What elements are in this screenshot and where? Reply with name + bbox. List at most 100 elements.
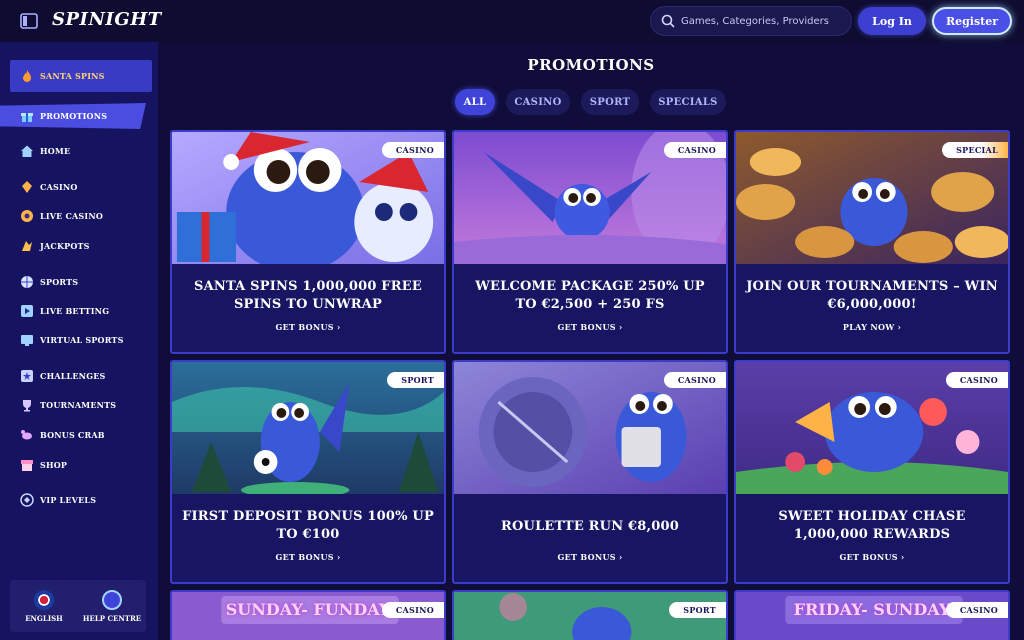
sidebar-item-live-betting[interactable]: LIVE BETTING (0, 299, 158, 323)
sidebar-item-jackpots[interactable]: JACKPOTS (0, 234, 158, 258)
sidebar-item-label: SANTA SPINS (40, 71, 105, 81)
shop-icon (20, 458, 34, 472)
get-bonus-link[interactable]: GET BONUS › (736, 552, 1008, 562)
sidebar-toggle-icon[interactable] (20, 12, 38, 30)
promo-card-santa-spins[interactable]: CASINO SANTA SPINS 1,000,000 FREE SPINS … (170, 130, 446, 354)
sidebar-item-vip-levels[interactable]: VIP LEVELS (0, 488, 158, 512)
register-button[interactable]: Register (932, 7, 1012, 35)
sidebar-item-label: CASINO (40, 182, 78, 192)
promo-card-welcome-package[interactable]: CASINO WELCOME PACKAGE 250% UP TO €2,500… (452, 130, 728, 354)
sidebar-item-label: VIP LEVELS (40, 495, 97, 505)
category-tag: CASINO (663, 372, 726, 388)
help-centre-link[interactable]: HELP CENTRE (78, 580, 146, 632)
uk-flag-icon (34, 589, 54, 610)
promo-title: ROULETTE RUN €8,000 (501, 519, 679, 534)
chevron-right-icon: › (618, 552, 623, 562)
sidebar-item-live-casino[interactable]: LIVE CASINO (0, 204, 158, 228)
get-bonus-link[interactable]: GET BONUS › (172, 552, 444, 562)
top-header: SPINIGHT Log In Register (0, 0, 1024, 42)
sidebar-item-shop[interactable]: SHOP (0, 453, 158, 477)
category-tag: CASINO (381, 602, 444, 618)
category-tag: CASINO (945, 372, 1008, 388)
sidebar-item-home[interactable]: HOME (0, 139, 158, 163)
cta-label: GET BONUS (557, 322, 616, 332)
promo-title: FIRST DEPOSIT BONUS 100% UP TO €100 (182, 509, 434, 542)
promo-card-sunday-funday[interactable]: SUNDAY- FUNDAY CASINO (170, 590, 446, 640)
play-now-link[interactable]: PLAY NOW › (736, 322, 1008, 332)
promo-title: SANTA SPINS 1,000,000 FREE SPINS TO UNWR… (194, 279, 422, 312)
live-casino-icon (20, 209, 34, 223)
promotion-filters: ALL CASINO SPORT SPECIALS (0, 89, 1024, 115)
language-selector[interactable]: ENGLISH (10, 580, 78, 632)
category-tag: SPECIAL (942, 142, 1008, 158)
jackpot-icon (20, 239, 34, 253)
get-bonus-link[interactable]: GET BONUS › (172, 322, 444, 332)
chevron-right-icon: › (336, 552, 341, 562)
promo-card-sweet-holiday-chase[interactable]: CASINO SWEET HOLIDAY CHASE 1,000,000 REW… (734, 360, 1010, 584)
promo-card-friday-sunday[interactable]: FRIDAY- SUNDAY CASINO (734, 590, 1010, 640)
play-icon (20, 304, 34, 318)
promo-card-tournaments[interactable]: SPECIAL JOIN OUR TOURNAMENTS – WIN €6,00… (734, 130, 1010, 354)
help-icon (102, 589, 122, 610)
virtual-sports-icon (20, 333, 34, 347)
cta-label: GET BONUS (275, 552, 334, 562)
chevron-right-icon: › (897, 322, 902, 332)
get-bonus-link[interactable]: GET BONUS › (454, 552, 726, 562)
sidebar-item-label: SHOP (40, 460, 68, 470)
sidebar-item-casino[interactable]: CASINO (0, 175, 158, 199)
search-box[interactable] (650, 6, 852, 36)
casino-icon (20, 180, 34, 194)
search-icon (661, 14, 675, 28)
trophy-icon (20, 398, 34, 412)
cta-label: GET BONUS (275, 322, 334, 332)
get-bonus-link[interactable]: GET BONUS › (454, 322, 726, 332)
sidebar-item-bonus-crab[interactable]: BONUS CRAB (0, 423, 158, 447)
sidebar-item-label: LIVE BETTING (40, 306, 110, 316)
sidebar-item-label: HOME (40, 146, 71, 156)
sidebar-item-label: JACKPOTS (40, 241, 90, 251)
promo-card-sport-offer[interactable]: SPORT (452, 590, 728, 640)
filter-specials[interactable]: SPECIALS (650, 89, 726, 115)
filter-all[interactable]: ALL (455, 89, 495, 115)
promo-title: SWEET HOLIDAY CHASE 1,000,000 REWARDS (778, 509, 966, 542)
sidebar-item-challenges[interactable]: CHALLENGES (0, 364, 158, 388)
crab-icon (20, 428, 34, 442)
chevron-right-icon: › (900, 552, 905, 562)
language-label: ENGLISH (25, 613, 63, 623)
sidebar-item-tournaments[interactable]: TOURNAMENTS (0, 393, 158, 417)
sidebar-item-label: BONUS CRAB (40, 430, 105, 440)
filter-casino[interactable]: CASINO (506, 89, 570, 115)
search-input[interactable] (681, 15, 841, 27)
sidebar-item-label: TOURNAMENTS (40, 400, 117, 410)
sidebar-footer: ENGLISH HELP CENTRE (10, 580, 146, 632)
chevron-right-icon: › (336, 322, 341, 332)
cta-label: GET BONUS (557, 552, 616, 562)
cta-label: PLAY NOW (842, 322, 895, 332)
sidebar-item-label: LIVE CASINO (40, 211, 104, 221)
sidebar: SANTA SPINS PROMOTIONS HOME CASINO LIVE … (0, 42, 158, 640)
category-tag: CASINO (663, 142, 726, 158)
basketball-icon (20, 275, 34, 289)
filter-sport[interactable]: SPORT (581, 89, 639, 115)
help-label: HELP CENTRE (82, 613, 142, 623)
sidebar-item-label: SPORTS (40, 277, 79, 287)
home-icon (20, 144, 34, 158)
promo-card-first-deposit[interactable]: SPORT FIRST DEPOSIT BONUS 100% UP TO €10… (170, 360, 446, 584)
star-icon (20, 369, 34, 383)
site-logo[interactable]: SPINIGHT (52, 9, 162, 30)
vip-icon (20, 493, 34, 507)
page-title: PROMOTIONS (527, 56, 655, 74)
sidebar-item-virtual-sports[interactable]: VIRTUAL SPORTS (0, 328, 158, 352)
cta-label: GET BONUS (839, 552, 898, 562)
sidebar-item-santa-spins[interactable]: SANTA SPINS (10, 60, 152, 92)
chevron-right-icon: › (618, 322, 623, 332)
category-tag: CASINO (381, 142, 444, 158)
sidebar-item-sports[interactable]: SPORTS (0, 270, 158, 294)
promo-card-roulette-run[interactable]: CASINO ROULETTE RUN €8,000 GET BONUS › (452, 360, 728, 584)
login-button[interactable]: Log In (858, 7, 926, 35)
promo-title: JOIN OUR TOURNAMENTS – WIN €6,000,000! (746, 279, 998, 312)
category-tag: SPORT (669, 602, 726, 618)
sidebar-item-label: VIRTUAL SPORTS (40, 335, 124, 345)
flame-icon (20, 69, 34, 83)
promo-title: WELCOME PACKAGE 250% UP TO €2,500 + 250 … (475, 279, 705, 312)
